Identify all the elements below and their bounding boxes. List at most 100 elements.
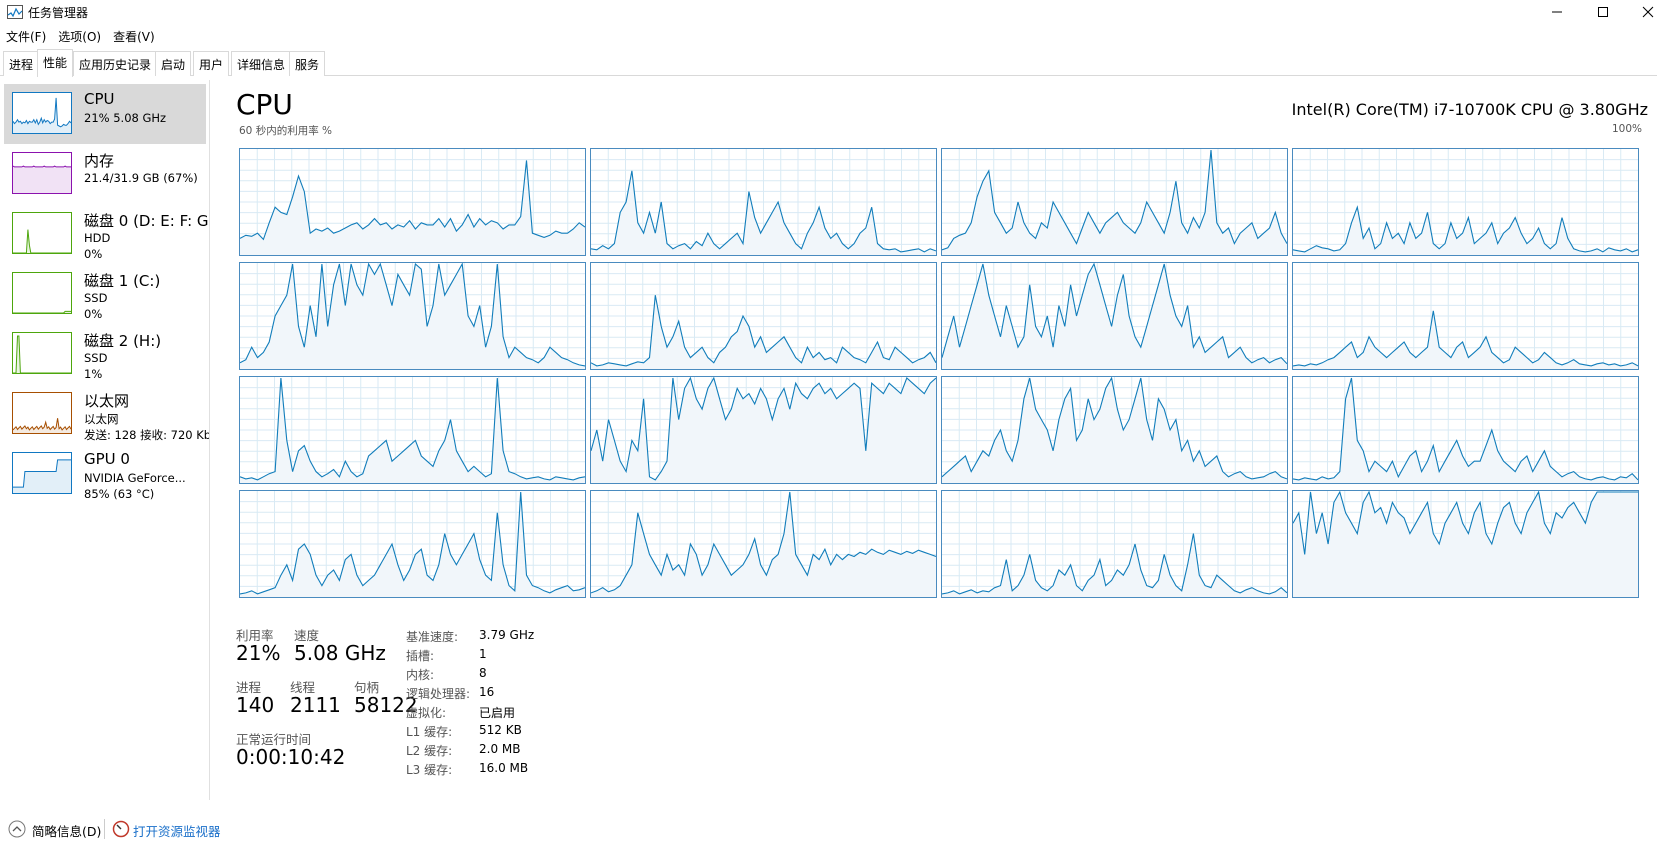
sidebar-item-disk-1[interactable]: 磁盘 1 (C:) SSD 0% (4, 264, 206, 324)
sidebar-item-gpu-0[interactable]: GPU 0 NVIDIA GeForce... 85% (63 °C) (4, 444, 206, 504)
tab-performance[interactable]: 性能 (37, 49, 74, 77)
core-graph-plot (591, 491, 936, 597)
menu-options[interactable]: 选项(O) (52, 26, 107, 46)
tab-strip: 进程 性能 应用历史记录 启动 用户 详细信息 服务 (0, 49, 1671, 77)
core-graph-14 (941, 490, 1288, 598)
spec-value: 3.79 GHz (479, 628, 535, 642)
sidebar-item-title: 磁盘 2 (H:) (84, 332, 162, 350)
speed-value: 5.08 GHz (294, 641, 386, 665)
minimize-button[interactable] (1534, 0, 1580, 24)
core-graph-10 (941, 376, 1288, 484)
core-graph-plot (942, 491, 1287, 597)
core-graph-plot (1293, 263, 1638, 369)
sidebar-item-disk-2[interactable]: 磁盘 2 (H:) SSD 1% (4, 324, 206, 384)
maximize-button[interactable] (1580, 0, 1626, 24)
spec-label: 插槽: (406, 649, 435, 663)
core-graph-8 (239, 376, 586, 484)
thumbnail-frame (12, 332, 72, 374)
vertical-scrollbar[interactable] (1657, 24, 1671, 852)
tab-app-history[interactable]: 应用历史记录 (73, 51, 158, 76)
core-graph-plot (942, 149, 1287, 255)
sidebar-item-title: 内存 (84, 152, 115, 170)
ethernet-thumbnail-graph (12, 392, 72, 434)
menu-view[interactable]: 查看(V) (107, 26, 161, 46)
spec-label: 内核: (406, 668, 435, 682)
spec-value: 16.0 MB (479, 761, 529, 775)
utilization-value: 21% (236, 641, 281, 665)
tab-processes[interactable]: 进程 (3, 51, 40, 76)
core-graph-9 (590, 376, 937, 484)
sidebar-item-cpu[interactable]: CPU 21% 5.08 GHz (4, 84, 206, 144)
sidebar-item-subtitle: 21.4/31.9 GB (67%) (84, 171, 198, 185)
core-graph-plot (591, 263, 936, 369)
tab-startup[interactable]: 启动 (155, 51, 192, 76)
footer-bar: 简略信息(D) 打开资源监视器 (0, 806, 1671, 846)
maximize-icon (1598, 7, 1608, 17)
graph-caption: 60 秒内的利用率 % (239, 125, 333, 137)
tab-services[interactable]: 服务 (289, 51, 326, 76)
sidebar-item-ethernet[interactable]: 以太网 以太网 发送: 128 接收: 720 Kb (4, 384, 209, 444)
spec-label: L2 缓存: (406, 744, 453, 758)
processes-value: 140 (236, 693, 275, 717)
core-graph-plot (591, 377, 936, 483)
sidebar-item-title: CPU (84, 90, 115, 108)
resource-monitor-icon[interactable] (112, 820, 130, 838)
resource-sidebar: CPU 21% 5.08 GHz 内存 21.4/31.9 GB (67%) 磁… (0, 80, 210, 800)
sidebar-item-value: 0% (84, 247, 103, 261)
sidebar-item-value: 发送: 128 接收: 720 Kb (84, 428, 210, 442)
close-button[interactable] (1625, 0, 1671, 24)
core-graph-12 (239, 490, 586, 598)
core-graph-plot (240, 491, 585, 597)
core-graph-plot (1293, 377, 1638, 483)
spec-label: 逻辑处理器: (406, 687, 471, 701)
core-graph-0 (239, 148, 586, 256)
menu-file[interactable]: 文件(F) (0, 26, 52, 46)
tab-users[interactable]: 用户 (193, 51, 230, 76)
footer-divider (104, 819, 105, 839)
collapse-chevron-icon[interactable] (8, 820, 26, 838)
core-graph-5 (590, 262, 937, 370)
thumbnail-area (13, 166, 71, 193)
sidebar-item-subtitle: 以太网 (84, 412, 119, 426)
core-graph-plot (942, 263, 1287, 369)
core-graph-11 (1292, 376, 1639, 484)
title-bar: 任务管理器 (0, 0, 1671, 24)
core-graph-plot (1293, 491, 1638, 597)
sidebar-item-subtitle: SSD (84, 291, 108, 305)
fewer-details-link[interactable]: 简略信息(D) (32, 821, 101, 840)
core-graph-15 (1292, 490, 1639, 598)
open-resource-monitor-link[interactable]: 打开资源监视器 (133, 821, 221, 840)
sidebar-item-title: 以太网 (84, 392, 130, 410)
task-manager-icon (7, 5, 23, 19)
thumbnail-frame (12, 212, 72, 254)
sidebar-item-title: 磁盘 0 (D: E: F: G: (84, 212, 210, 230)
spec-value: 512 KB (479, 723, 522, 737)
logical-processor-graphs (239, 148, 1642, 598)
core-graph-6 (941, 262, 1288, 370)
spec-value: 1 (479, 647, 487, 661)
minimize-icon (1552, 11, 1562, 13)
sidebar-item-subtitle: SSD (84, 351, 108, 365)
spec-value: 8 (479, 666, 487, 680)
sidebar-item-title: 磁盘 1 (C:) (84, 272, 161, 290)
sidebar-item-title: GPU 0 (84, 450, 130, 468)
core-graph-4 (239, 262, 586, 370)
core-graph-plot (591, 149, 936, 255)
spec-label: 基准速度: (406, 630, 459, 644)
core-graph-plot (240, 149, 585, 255)
close-icon (1642, 6, 1654, 18)
spec-value: 16 (479, 685, 495, 699)
core-graph-plot (942, 377, 1287, 483)
core-graph-plot (1293, 149, 1638, 255)
threads-value: 2111 (290, 693, 341, 717)
sidebar-item-subtitle: 21% 5.08 GHz (84, 111, 167, 125)
page-title: CPU (236, 88, 293, 121)
sidebar-item-memory[interactable]: 内存 21.4/31.9 GB (67%) (4, 144, 206, 204)
sidebar-item-disk-0[interactable]: 磁盘 0 (D: E: F: G: HDD 0% (4, 204, 209, 264)
tab-details[interactable]: 详细信息 (231, 51, 292, 76)
disk-1-thumbnail-graph (12, 272, 72, 314)
spec-label: L3 缓存: (406, 763, 453, 777)
gpu-thumbnail-graph (12, 452, 72, 494)
core-graph-3 (1292, 148, 1639, 256)
spec-label: 虚拟化: (406, 706, 447, 720)
